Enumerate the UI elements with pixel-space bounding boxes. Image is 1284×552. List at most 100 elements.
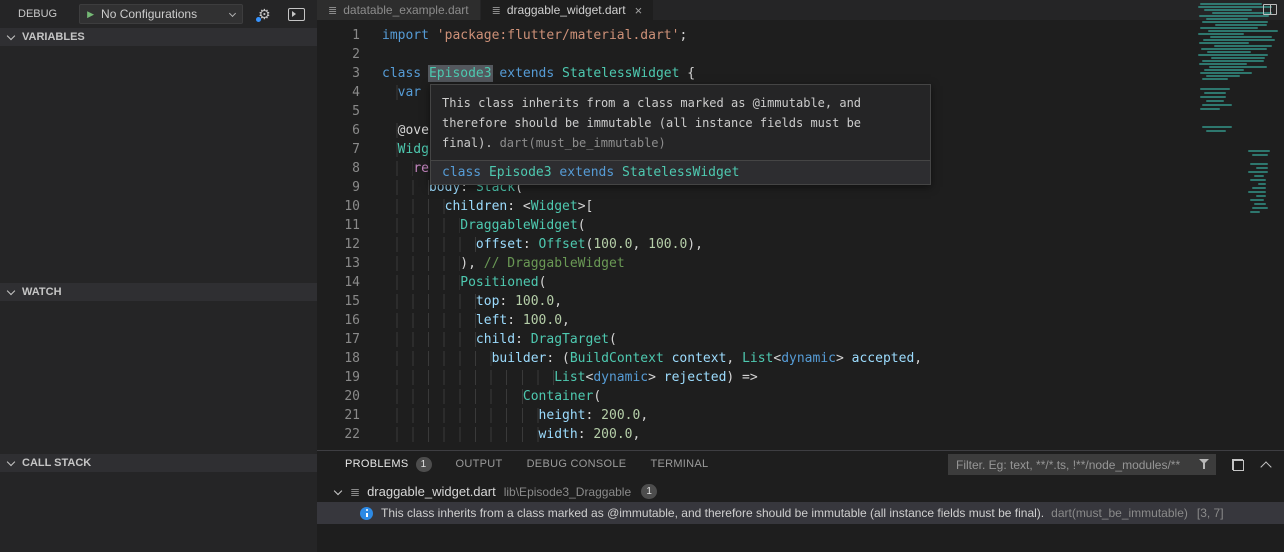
problems-file-row[interactable]: ≣ draggable_widget.dart lib\Episode3_Dra… bbox=[317, 481, 1284, 502]
section-header-call-stack[interactable]: CALL STACK bbox=[0, 454, 317, 472]
panel-tab-problems[interactable]: PROBLEMS 1 bbox=[345, 456, 432, 472]
code-line[interactable]: 17 child: DragTarget( bbox=[317, 330, 1190, 349]
code-line[interactable]: 18 builder: (BuildContext context, List<… bbox=[317, 349, 1190, 368]
minimap-line bbox=[1252, 154, 1268, 156]
minimap-line bbox=[1204, 69, 1244, 71]
line-number[interactable]: 7 bbox=[317, 140, 360, 159]
line-number[interactable]: 22 bbox=[317, 425, 360, 444]
line-content: Positioned( bbox=[382, 273, 546, 292]
code-line[interactable]: 20 Container( bbox=[317, 387, 1190, 406]
code-token: ( bbox=[593, 389, 602, 404]
line-number[interactable]: 17 bbox=[317, 330, 360, 349]
line-content: DraggableWidget( bbox=[382, 216, 586, 235]
tab-label: datatable_example.dart bbox=[343, 3, 469, 17]
code-line[interactable]: 3 class Episode3 extends StatelessWidget … bbox=[317, 64, 1190, 83]
line-number[interactable]: 13 bbox=[317, 254, 360, 273]
line-number[interactable]: 19 bbox=[317, 368, 360, 387]
code-line[interactable]: 11 DraggableWidget( bbox=[317, 216, 1190, 235]
minimap-line bbox=[1215, 24, 1267, 26]
section-header-watch[interactable]: WATCH bbox=[0, 283, 317, 301]
line-number[interactable]: 10 bbox=[317, 197, 360, 216]
line-content: import 'package:flutter/material.dart'; bbox=[382, 26, 687, 45]
section-header-variables[interactable]: VARIABLES bbox=[0, 28, 317, 46]
configurations-dropdown[interactable]: ▶ No Configurations bbox=[79, 4, 244, 24]
line-number[interactable]: 2 bbox=[317, 45, 360, 64]
line-number[interactable]: 14 bbox=[317, 273, 360, 292]
minimap-line bbox=[1198, 6, 1272, 8]
code-token: 'package:flutter/material.dart' bbox=[436, 28, 680, 43]
minimap-line bbox=[1202, 104, 1232, 106]
tab-datatable_example.dart[interactable]: ≣ datatable_example.dart bbox=[317, 0, 480, 20]
problem-row[interactable]: This class inherits from a class marked … bbox=[317, 502, 1284, 524]
line-number[interactable]: 20 bbox=[317, 387, 360, 406]
code-token: , bbox=[554, 294, 563, 309]
line-number[interactable]: 21 bbox=[317, 406, 360, 425]
panel-tab-label: OUTPUT bbox=[455, 458, 503, 470]
code-line[interactable]: 13 ), // DraggableWidget bbox=[317, 254, 1190, 273]
line-number[interactable]: 3 bbox=[317, 64, 360, 83]
panel-tab-output[interactable]: OUTPUT bbox=[456, 458, 503, 470]
debug-toolbar: DEBUG ▶ No Configurations ⚙ bbox=[0, 0, 317, 28]
code-line[interactable]: 14 Positioned( bbox=[317, 273, 1190, 292]
code-line[interactable]: 16 left: 100.0, bbox=[317, 311, 1190, 330]
problems-filter bbox=[948, 454, 1216, 475]
split-editor-icon[interactable] bbox=[1263, 4, 1277, 15]
debug-console-icon[interactable] bbox=[287, 7, 305, 21]
file-icon: ≣ bbox=[350, 484, 361, 499]
line-number[interactable]: 12 bbox=[317, 235, 360, 254]
code-line[interactable]: 22 width: 200.0, bbox=[317, 425, 1190, 444]
start-debug-icon[interactable]: ▶ bbox=[87, 9, 94, 20]
code-editor[interactable]: 1 import 'package:flutter/material.dart';… bbox=[317, 20, 1284, 450]
code-line[interactable]: 19 List<dynamic> rejected) => bbox=[317, 368, 1190, 387]
line-content: height: 200.0, bbox=[382, 406, 648, 425]
line-number[interactable]: 11 bbox=[317, 216, 360, 235]
code-line[interactable]: 12 offset: Offset(100.0, 100.0), bbox=[317, 235, 1190, 254]
line-number[interactable]: 4 bbox=[317, 83, 360, 102]
line-number[interactable]: 6 bbox=[317, 121, 360, 140]
line-number[interactable]: 15 bbox=[317, 292, 360, 311]
code-token: ( bbox=[577, 218, 586, 233]
filter-icon bbox=[1199, 459, 1209, 470]
code-token: rejected bbox=[663, 370, 727, 385]
problems-badge: 1 bbox=[415, 456, 432, 472]
code-token: : bbox=[585, 408, 602, 423]
line-content: List<dynamic> rejected) => bbox=[382, 368, 758, 387]
line-number[interactable]: 9 bbox=[317, 178, 360, 197]
panel-tab-terminal[interactable]: TERMINAL bbox=[650, 458, 708, 470]
panel-restore-icon[interactable] bbox=[1232, 458, 1244, 471]
code-token: { bbox=[679, 66, 696, 81]
line-number[interactable]: 18 bbox=[317, 349, 360, 368]
minimap-line bbox=[1252, 187, 1266, 189]
gear-icon[interactable]: ⚙ bbox=[256, 7, 271, 22]
minimap-line bbox=[1210, 36, 1272, 38]
tab-draggable_widget.dart[interactable]: ≣ draggable_widget.dart × bbox=[480, 0, 654, 20]
code-line[interactable]: 21 height: 200.0, bbox=[317, 406, 1190, 425]
minimap[interactable] bbox=[1190, 0, 1284, 450]
code-line[interactable]: 1 import 'package:flutter/material.dart'; bbox=[317, 26, 1190, 45]
panel-tab-debug-console[interactable]: DEBUG CONSOLE bbox=[527, 458, 627, 470]
filter-input[interactable] bbox=[948, 454, 1216, 475]
minimap-line bbox=[1202, 60, 1264, 62]
code-token: > bbox=[836, 351, 852, 366]
line-number[interactable]: 8 bbox=[317, 159, 360, 178]
minimap-line bbox=[1250, 179, 1266, 181]
line-number[interactable]: 16 bbox=[317, 311, 360, 330]
close-icon[interactable]: × bbox=[635, 4, 643, 17]
minimap-line bbox=[1254, 175, 1264, 177]
debug-sidebar: DEBUG ▶ No Configurations ⚙ VARIABLES WAT… bbox=[0, 0, 317, 552]
minimap-line bbox=[1198, 33, 1244, 35]
info-icon bbox=[360, 506, 373, 520]
line-number[interactable]: 1 bbox=[317, 26, 360, 45]
code-line[interactable]: 2 bbox=[317, 45, 1190, 64]
panel-maximize-icon[interactable] bbox=[1260, 461, 1272, 473]
code-line[interactable]: 10 children: <Widget>[ bbox=[317, 197, 1190, 216]
minimap-line bbox=[1204, 92, 1226, 94]
code-token: : ( bbox=[546, 351, 570, 366]
code-token: @ove bbox=[397, 123, 429, 138]
code-line[interactable]: 15 top: 100.0, bbox=[317, 292, 1190, 311]
minimap-line bbox=[1200, 96, 1226, 98]
line-number[interactable]: 5 bbox=[317, 102, 360, 121]
problems-count-badge: 1 bbox=[641, 484, 658, 499]
minimap-line bbox=[1199, 15, 1269, 17]
